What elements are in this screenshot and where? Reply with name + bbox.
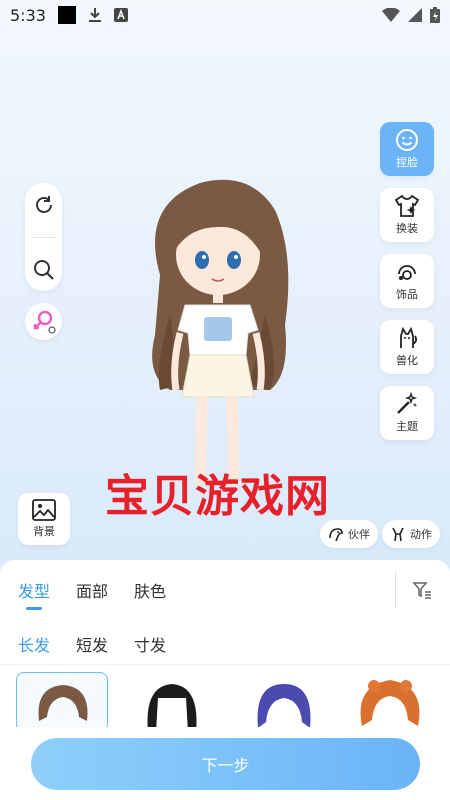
next-step-button[interactable]: 下一步 (31, 738, 420, 790)
watermark-text: 宝贝游戏网 (105, 471, 330, 522)
menu-face-label: 捏脸 (396, 156, 418, 169)
menu-beast-label: 兽化 (396, 354, 418, 367)
background-label: 背景 (33, 525, 55, 538)
subtab-short-hair[interactable]: 短发 (76, 632, 108, 656)
hairstyle-option[interactable] (16, 672, 108, 727)
hairstyle-preview-icon (38, 685, 88, 721)
cell-signal-icon (408, 8, 422, 22)
partner-label: 伙伴 (348, 528, 370, 541)
wifi-icon (382, 8, 400, 22)
status-time: 5:33 (10, 5, 46, 25)
menu-face-button[interactable]: 捏脸 (380, 122, 434, 176)
menu-outfit-label: 换装 (396, 222, 418, 235)
main-tabs: 发型 面部 肤色 (18, 578, 166, 602)
menu-theme-button[interactable]: 主题 (380, 386, 434, 440)
menu-outfit-button[interactable]: 换装 (380, 188, 434, 242)
sub-tabs: 长发 短发 寸发 (18, 632, 166, 656)
theme-wand-icon (397, 392, 418, 414)
tab-skin[interactable]: 肤色 (134, 578, 166, 602)
gender-switch-icon (33, 310, 56, 334)
tab-hairstyle[interactable]: 发型 (18, 578, 50, 602)
face-icon (396, 129, 418, 151)
accessory-icon (398, 265, 416, 280)
download-icon (88, 8, 101, 22)
refresh-icon[interactable] (33, 194, 55, 216)
action-button[interactable]: 动作 (382, 520, 440, 548)
notification-square-icon (57, 6, 76, 24)
left-toolbar (25, 183, 62, 291)
toolbar-divider (32, 236, 55, 238)
menu-accessory-label: 饰品 (396, 288, 418, 301)
tab-face[interactable]: 面部 (76, 578, 108, 602)
status-bar: 5:33 (0, 0, 450, 30)
hairstyle-list (16, 672, 436, 727)
tab-active-indicator (26, 607, 42, 610)
subtab-long-hair[interactable]: 长发 (18, 632, 50, 656)
menu-accessory-button[interactable]: 饰品 (380, 254, 434, 308)
hairstyle-option[interactable] (126, 672, 218, 727)
character-avatar (152, 179, 289, 486)
action-label: 动作 (410, 528, 432, 541)
background-button[interactable]: 背景 (18, 493, 70, 545)
filter-divider (395, 572, 396, 608)
gender-switch-button[interactable] (25, 303, 62, 340)
hairstyle-preview-icon (257, 684, 311, 727)
filter-icon[interactable] (412, 580, 432, 600)
outfit-icon (394, 194, 420, 217)
menu-theme-label: 主题 (396, 420, 418, 433)
app-notification-icon (113, 8, 128, 22)
action-icon (392, 527, 404, 542)
background-image-icon (32, 499, 56, 521)
zoom-icon[interactable] (33, 259, 55, 281)
menu-beast-button[interactable]: 兽化 (380, 320, 434, 374)
hairstyle-option[interactable] (238, 672, 330, 727)
battery-icon (430, 7, 440, 23)
subtab-buzz-cut[interactable]: 寸发 (134, 632, 166, 656)
hairstyle-preview-icon (147, 684, 197, 727)
partner-icon (329, 528, 343, 542)
beast-icon (400, 326, 418, 348)
hairstyle-preview-icon (360, 680, 420, 726)
subtabs-divider (0, 664, 450, 665)
hairstyle-option[interactable] (344, 672, 436, 727)
partner-button[interactable]: 伙伴 (320, 520, 378, 548)
